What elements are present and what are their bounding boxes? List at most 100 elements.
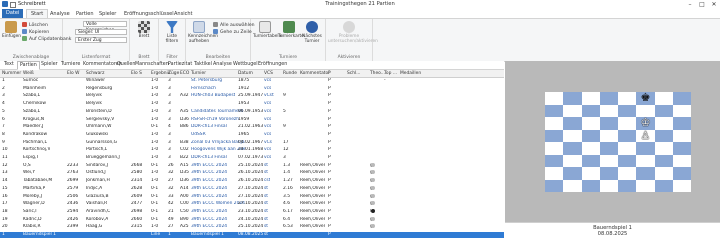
- table-row[interactable]: 12 O,S 2233 Sindarov,J 2668 0-1 26 A15 39th ECCC…: [0, 162, 504, 169]
- board-square-a3[interactable]: [545, 154, 564, 167]
- board-square-h5[interactable]: [672, 129, 691, 142]
- naechstes-turnier-button[interactable]: Nächstes Turnier: [301, 21, 323, 44]
- column-header[interactable]: VCS: [264, 71, 273, 76]
- board-square-e3[interactable]: [618, 154, 637, 167]
- white-king-piece[interactable]: ♔: [636, 116, 654, 130]
- board-square-b7[interactable]: [563, 104, 582, 117]
- board-square-a6[interactable]: [545, 117, 564, 130]
- subtab-text[interactable]: Text: [2, 61, 16, 69]
- board-square-g1[interactable]: [654, 179, 673, 192]
- board-square-a1[interactable]: [545, 179, 564, 192]
- table-row[interactable]: 9 Pachman,L Gunnarsson,G 1-0 3 B38 Zonal 03 Vr…: [0, 140, 504, 146]
- aktivieren-button[interactable]: Probleme untersuchen/aktivieren: [328, 21, 378, 44]
- subtab-partien[interactable]: Partien: [17, 61, 40, 70]
- board-square-d3[interactable]: [599, 154, 618, 167]
- table-row[interactable]: 17 Wagner,D 2436 Vaishali,R 2477 0-1 42 C00 39th…: [0, 201, 504, 207]
- column-header[interactable]: Kommentator: [300, 71, 330, 76]
- subtab-turniere[interactable]: Turniere: [59, 61, 82, 69]
- board-square-e6[interactable]: [618, 117, 637, 130]
- board-square-b1[interactable]: [563, 179, 582, 192]
- board-square-g2[interactable]: [654, 167, 673, 180]
- turniertabelle-button[interactable]: Turniertabelle: [253, 21, 282, 39]
- board-square-h6[interactable]: [672, 117, 691, 130]
- gehe-zu-zeile-button[interactable]: Gehe zu Zeile: [213, 29, 252, 35]
- listenformat-combo-3[interactable]: Erster Zug: [75, 37, 127, 43]
- tab-analyse[interactable]: Analyse: [46, 10, 74, 18]
- chess-board[interactable]: ♚ ♔ ♙: [545, 91, 691, 192]
- table-row[interactable]: 20 Klabis,R 2399 Haag,G 2315 1-0 27 A25 39th ECC…: [0, 224, 504, 230]
- board-square-g8[interactable]: [654, 92, 673, 105]
- board-square-e2[interactable]: [618, 167, 637, 180]
- subtab-eroeffnungen[interactable]: Eröffnungen: [256, 61, 289, 69]
- board-square-d6[interactable]: [599, 117, 618, 130]
- kennzeichen-aufheben-button[interactable]: Kennzeichnen aufheben: [188, 21, 218, 44]
- board-square-a8[interactable]: [545, 92, 564, 105]
- board-square-b3[interactable]: [563, 154, 582, 167]
- minimize-button[interactable]: –: [684, 0, 696, 9]
- column-header[interactable]: Top ...: [384, 71, 397, 76]
- table-row[interactable]: 18 Saric,I 2594 Aravindh,C 2698 0-1 21 C50 39th …: [0, 208, 504, 215]
- board-square-e5[interactable]: [618, 129, 637, 142]
- table-row[interactable]: 11 Espig,T Brueggemann,J 1-0 3 B22 DDR-ch13 Fi…: [0, 155, 504, 161]
- subtab-partiezitat[interactable]: Partiezitat: [166, 61, 194, 69]
- loeschen-button[interactable]: Löschen: [22, 22, 48, 28]
- listenformat-combo-1[interactable]: Volle Kennzeichen: [83, 21, 127, 33]
- board-square-f3[interactable]: [636, 154, 655, 167]
- column-header[interactable]: Turnier: [191, 71, 206, 76]
- table-row[interactable]: 19 Kadric,D 2426 Korobov,A 2660 0-1 49 B90 39th …: [0, 216, 504, 223]
- subtab-spieler[interactable]: Spieler: [39, 61, 60, 69]
- white-pawn-piece[interactable]: ♙: [636, 129, 654, 143]
- maximize-button[interactable]: □: [696, 0, 708, 9]
- board-square-b2[interactable]: [563, 167, 582, 180]
- column-header[interactable]: Züge: [168, 71, 179, 76]
- brett-button[interactable]: Brett: [134, 21, 154, 39]
- tab-partien[interactable]: Partien: [72, 10, 98, 18]
- table-row[interactable]: 4 Chernikow Belyvik 1-0 3 1953 vcs P: [0, 101, 504, 107]
- board-square-g6[interactable]: [654, 117, 673, 130]
- column-header[interactable]: Theo...: [370, 71, 385, 76]
- column-header[interactable]: Datum: [238, 71, 253, 76]
- board-square-e8[interactable]: [618, 92, 637, 105]
- board-square-h4[interactable]: [672, 142, 691, 155]
- column-header[interactable]: Runde: [283, 71, 297, 76]
- board-square-a5[interactable]: [545, 129, 564, 142]
- tab-spieler[interactable]: Spieler: [95, 10, 120, 18]
- turnierkarte-button[interactable]: Turnierkarte: [278, 21, 304, 39]
- board-square-a4[interactable]: [545, 142, 564, 155]
- board-square-f2[interactable]: [636, 167, 655, 180]
- column-header[interactable]: Medaillen: [400, 71, 421, 76]
- board-square-c3[interactable]: [581, 154, 600, 167]
- table-row[interactable]: 8 Kondrakow Glukowski 1-0 3 UdSSR 1965 vcs P: [0, 132, 504, 138]
- liste-filtern-button[interactable]: Liste filtern: [162, 21, 182, 44]
- board-square-c4[interactable]: [581, 142, 600, 155]
- board-square-h7[interactable]: [672, 104, 691, 117]
- table-row[interactable]: 5 Szabo,L Bronstein,D 1-0 3 A35 Candidates Tou…: [0, 109, 504, 115]
- table-row[interactable]: 7 Maedler,J Uhlmann,W 0-1 4 B86 DDR-ch13 Finsa…: [0, 124, 504, 130]
- board-square-b4[interactable]: [563, 142, 582, 155]
- tab-datei[interactable]: Datei: [2, 9, 24, 18]
- table-row[interactable]: 1 Bauerndspiel 1 Line 1 Bauerndspiel 1 08.08.…: [0, 232, 504, 238]
- column-header[interactable]: ECO: [180, 71, 189, 76]
- board-square-c8[interactable]: [581, 92, 600, 105]
- table-row[interactable]: 3 Szabo,L Belyvik 1-0 3 A32 HUN-ch03 Budapest 2…: [0, 93, 504, 99]
- board-square-e7[interactable]: [618, 104, 637, 117]
- board-square-h1[interactable]: [672, 179, 691, 192]
- board-square-g5[interactable]: [654, 129, 673, 142]
- board-square-e1[interactable]: [618, 179, 637, 192]
- board-square-d7[interactable]: [599, 104, 618, 117]
- board-square-b8[interactable]: [563, 92, 582, 105]
- table-row[interactable]: 13 Wei,Y 2763 Ostlund,J 2580 1-0 32 D35 39th ECC…: [0, 170, 504, 176]
- tab-start[interactable]: Start: [26, 9, 49, 18]
- tab-eroeffnungsschluessel[interactable]: Eröffnungsschlüssel: [120, 10, 178, 18]
- board-square-c6[interactable]: [581, 117, 600, 130]
- board-square-f1[interactable]: [636, 179, 655, 192]
- board-square-c2[interactable]: [581, 167, 600, 180]
- column-header[interactable]: Weiß: [23, 71, 34, 76]
- board-square-d5[interactable]: [599, 129, 618, 142]
- board-square-c1[interactable]: [581, 179, 600, 192]
- board-square-d8[interactable]: [599, 92, 618, 105]
- board-square-b6[interactable]: [563, 117, 582, 130]
- board-square-h8[interactable]: [672, 92, 691, 105]
- close-button[interactable]: ✕: [708, 0, 720, 9]
- table-row[interactable]: 16 Moreby,J 2506 Glaziura,B 2609 0-1 33 A00 39th…: [0, 193, 504, 200]
